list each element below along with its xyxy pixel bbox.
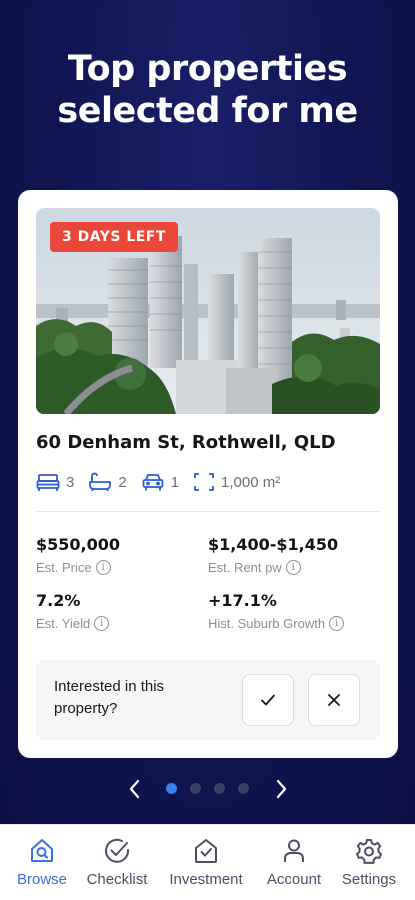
card-pager (0, 776, 415, 802)
chevron-left-icon[interactable] (128, 778, 142, 800)
close-icon (328, 694, 340, 706)
est-rent-value: $1,400-$1,450 (208, 535, 339, 554)
card-divider (36, 511, 380, 512)
info-icon[interactable]: i (94, 616, 110, 631)
tab-investment[interactable]: Investment (160, 837, 252, 893)
est-rent-label: Est. Rent pw (208, 560, 282, 575)
info-icon[interactable]: i (329, 616, 345, 631)
interested-yes-button[interactable] (242, 674, 294, 726)
gear-icon (356, 839, 382, 864)
home-search-icon (31, 839, 53, 862)
land-size-icon (194, 473, 214, 491)
info-icon[interactable]: i (95, 560, 111, 575)
house-check-icon (195, 839, 217, 863)
est-price-label: Est. Price (36, 560, 92, 575)
bathrooms-feature: 2 (88, 472, 127, 492)
bottom-tab-bar: Browse Checklist Investment Account Sett… (0, 824, 415, 900)
check-circle-icon (105, 838, 130, 863)
suburb-growth-label: Hist. Suburb Growth (208, 616, 326, 631)
suburb-growth-value: +17.1% (208, 591, 277, 610)
tab-label: Settings (341, 871, 397, 888)
interest-panel: Interested in this property? (36, 660, 380, 740)
est-yield-stat: 7.2% Est. Yield i (36, 591, 110, 631)
checkmark-icon (261, 694, 275, 706)
person-icon (284, 839, 304, 862)
pager-dot[interactable] (190, 783, 201, 794)
chevron-right-icon[interactable] (274, 778, 288, 800)
car-icon (142, 474, 164, 491)
car-spaces-feature: 1 (141, 472, 179, 492)
tab-label: Checklist (86, 871, 148, 888)
suburb-growth-stat: +17.1% Hist. Suburb Growth i (208, 591, 345, 631)
tab-account[interactable]: Account (258, 837, 330, 893)
tab-label: Investment (169, 871, 243, 888)
bed-icon (36, 474, 60, 491)
property-photo[interactable]: 3 DAYS LEFT (36, 208, 380, 414)
est-rent-stat: $1,400-$1,450 Est. Rent pw i (208, 535, 338, 575)
land-size-feature: 1,000 m² (193, 472, 280, 492)
pager-dot[interactable] (214, 783, 225, 794)
est-price-value: $550,000 (36, 535, 121, 554)
pager-dot[interactable] (166, 783, 177, 794)
tab-settings[interactable]: Settings (334, 837, 404, 893)
interested-no-button[interactable] (308, 674, 360, 726)
bathrooms-count: 2 (118, 473, 127, 491)
property-address: 60 Denham St, Rothwell, QLD (36, 432, 336, 453)
est-yield-value: 7.2% (36, 591, 81, 610)
bedrooms-count: 3 (66, 473, 75, 491)
tab-label: Account (266, 871, 322, 888)
tab-label: Browse (16, 871, 68, 888)
bedrooms-feature: 3 (36, 472, 74, 492)
interest-prompt: Interested in this property? (54, 678, 165, 717)
est-yield-label: Est. Yield (36, 616, 91, 631)
tab-browse[interactable]: Browse (10, 837, 74, 893)
page-title: Top properties selected for me (57, 49, 358, 131)
days-left-badge: 3 DAYS LEFT (50, 222, 178, 252)
bath-icon (89, 472, 112, 492)
property-features: 3 2 1 1,000 m² (36, 470, 294, 494)
land-size-value: 1,000 m² (221, 473, 281, 491)
est-price-stat: $550,000 Est. Price i (36, 535, 120, 575)
car-spaces-count: 1 (170, 473, 180, 491)
info-icon[interactable]: i (285, 560, 301, 575)
tab-checklist[interactable]: Checklist (78, 837, 156, 893)
pager-dot[interactable] (238, 783, 249, 794)
